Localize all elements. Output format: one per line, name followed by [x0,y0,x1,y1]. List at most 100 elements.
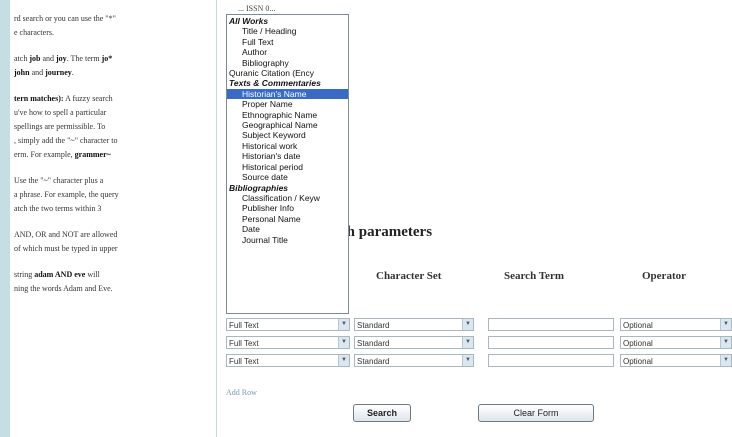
dropdown-option[interactable]: Source date [227,172,348,182]
dropdown-option[interactable]: Historian's Name [227,88,348,100]
help-line: john and journey. [14,66,216,80]
section-title: ch parameters [340,224,433,240]
column-header-operator: Operator [642,270,686,282]
dropdown-option[interactable]: Ethnographic Name [227,110,348,120]
help-paragraph: rd search or you can use the "*" e charac… [10,12,216,40]
dropdown-option[interactable]: Bibliography [227,58,348,68]
dropdown-option[interactable]: Journal Title [227,235,348,245]
column-header-charset: Character Set [376,270,442,282]
chevron-down-icon[interactable]: ▼ [338,355,349,366]
search-button[interactable]: Search [353,404,411,422]
help-text: u've how to spell a particular [14,108,107,117]
help-text: . [71,68,74,77]
field-select[interactable]: Full Text ▼ [226,354,350,367]
help-text: erm. For example, [14,150,75,159]
help-paragraph: atch job and joy. The term jo* john and j… [10,52,216,80]
help-line: , simply add the "~" character to [14,134,216,148]
help-text: atch [14,54,30,63]
dropdown-option[interactable]: Classification / Keyw [227,193,348,203]
search-row: Full Text ▼ Standard ▼ Optional ▼ [226,336,732,350]
help-paragraph: string adam AND eve will ning the words A… [10,268,216,296]
operator-select-value: Optional [623,321,653,330]
help-paragraph: AND, OR and NOT are allowed of which must… [10,228,216,256]
dropdown-group-label: Bibliographies [229,182,289,193]
help-text: and [40,54,57,63]
help-keyword: tern matches): [14,94,64,103]
help-text: atch the two terms within 3 [14,204,102,213]
help-text: string [14,270,35,279]
chevron-down-icon[interactable]: ▼ [720,337,731,348]
dropdown-option[interactable]: Personal Name [227,214,348,224]
help-line: string adam AND eve will [14,268,216,282]
search-row: Full Text ▼ Standard ▼ Optional ▼ [226,354,732,368]
dropdown-option[interactable]: Historical work [227,141,348,151]
column-header-term: Search Term [504,270,564,282]
operator-select[interactable]: Optional ▼ [620,318,732,331]
chevron-down-icon[interactable]: ▼ [338,319,349,330]
help-line: e characters. [14,26,216,40]
help-text: spellings are permissible. To [14,122,106,131]
charset-select-value: Standard [357,339,390,348]
help-line: spellings are permissible. To [14,120,216,134]
chevron-down-icon[interactable]: ▼ [462,355,473,366]
chevron-down-icon[interactable]: ▼ [720,355,731,366]
charset-select[interactable]: Standard ▼ [354,318,474,331]
help-text: e characters. [14,28,54,37]
help-text: ning the words Adam and Eve. [14,284,113,293]
field-select[interactable]: Full Text ▼ [226,318,350,331]
clear-form-button[interactable]: Clear Form [478,404,594,422]
chevron-down-icon[interactable]: ▼ [338,337,349,348]
search-row: Full Text ▼ Standard ▼ Optional ▼ [226,318,732,332]
field-select-value: Full Text [229,339,259,348]
field-select[interactable]: Full Text ▼ [226,336,350,349]
help-paragraph: Use the "~" character plus a a phrase. Fo… [10,174,216,216]
dropdown-option[interactable]: Geographical Name [227,120,348,130]
help-keyword: grammer~ [74,150,111,159]
help-text: A fuzzy search [63,94,113,103]
operator-select-value: Optional [623,357,653,366]
help-text: rd search or you can use the "*" [14,14,116,23]
dropdown-option[interactable]: Quranic Citation (Ency [227,68,348,78]
dropdown-group-label: All Works [229,16,269,26]
field-select-value: Full Text [229,357,259,366]
help-line: erm. For example, grammer~ [14,148,216,162]
help-text: a phrase. For example, the query [14,190,119,199]
search-help-panel: rd search or you can use the "*" e charac… [10,0,217,437]
help-text: will [85,270,100,279]
dropdown-option[interactable]: Subject Keyword [227,130,348,140]
help-line: tern matches): A fuzzy search [14,92,216,106]
help-keyword: job [29,54,41,63]
add-row-link[interactable]: Add Row [226,388,257,397]
dropdown-option[interactable]: Proper Name [227,99,348,109]
help-paragraph: tern matches): A fuzzy search u've how to… [10,92,216,162]
help-line: atch the two terms within 3 [14,202,216,216]
dropdown-option[interactable]: Author [227,47,348,57]
help-line: u've how to spell a particular [14,106,216,120]
charset-select[interactable]: Standard ▼ [354,336,474,349]
field-select-value: Full Text [229,321,259,330]
help-line: of which must be typed in upper [14,242,216,256]
search-term-input[interactable] [488,354,614,367]
chevron-down-icon[interactable]: ▼ [462,319,473,330]
help-text: AND, OR and NOT are allowed [14,230,118,239]
chevron-down-icon[interactable]: ▼ [462,337,473,348]
dropdown-option[interactable]: Full Text [227,37,348,47]
help-text: and [29,68,46,77]
help-line: Use the "~" character plus a [14,174,216,188]
dropdown-option[interactable]: Historian's date [227,151,348,161]
operator-select[interactable]: Optional ▼ [620,336,732,349]
dropdown-option[interactable]: Title / Heading [227,26,348,36]
operator-select[interactable]: Optional ▼ [620,354,732,367]
search-term-input[interactable] [488,318,614,331]
dropdown-option[interactable]: Publisher Info [227,203,348,213]
help-line: atch job and joy. The term jo* [14,52,216,66]
charset-select-value: Standard [357,321,390,330]
help-text: of which must be typed in upper [14,244,118,253]
chevron-down-icon[interactable]: ▼ [720,319,731,330]
dropdown-option[interactable]: Historical period [227,162,348,172]
help-line: a phrase. For example, the query [14,188,216,202]
search-term-input[interactable] [488,336,614,349]
dropdown-option[interactable]: Date [227,224,348,234]
charset-select[interactable]: Standard ▼ [354,354,474,367]
field-dropdown-list[interactable]: All Works Title / Heading Full Text Author B… [226,14,349,314]
